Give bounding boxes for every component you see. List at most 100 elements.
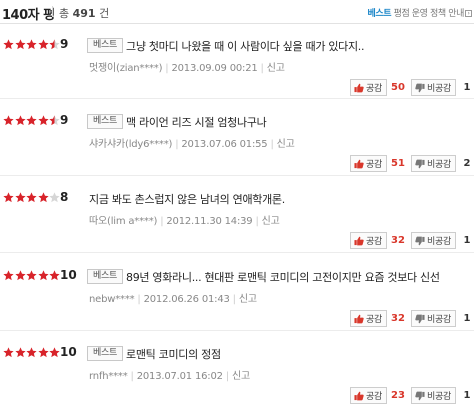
dislike-button[interactable]: 비공감	[411, 310, 456, 327]
review-date: 2012.11.30 14:39	[166, 216, 253, 227]
review-item: 9 베스트 맥 라이언 리즈 시절 엄청나구나 샤카샤카(ldy6****) | 2013…	[0, 108, 474, 178]
star-icon	[14, 192, 26, 203]
best-badge: 베스트	[87, 38, 123, 53]
review-text: 맥 라이언 리즈 시절 엄청나구나	[126, 116, 267, 129]
meta-divider: |	[175, 139, 179, 150]
review-meta: 따오(lim a****) | 2012.11.30 14:39 | 신고	[89, 212, 280, 227]
star-icon	[3, 270, 14, 281]
best-label: 베스트	[367, 9, 392, 19]
dislike-button[interactable]: 비공감	[411, 155, 456, 172]
total-suffix: 건	[99, 7, 110, 20]
like-button[interactable]: 공감	[350, 310, 387, 327]
report-link[interactable]: 신고	[232, 371, 250, 382]
review-score: 9	[60, 37, 69, 51]
review-item: 10 베스트 로맨틱 코미디의 정점 rnfh**** | 2013.07.01 16:0…	[0, 340, 474, 410]
review-user[interactable]: rnfh****	[89, 371, 128, 382]
vote-controls: 공감 32 비공감 1	[350, 310, 474, 327]
like-button[interactable]: 공감	[350, 155, 387, 172]
thumbs-down-icon	[415, 83, 425, 92]
report-link[interactable]: 신고	[267, 63, 285, 74]
review-text: 그냥 첫마디 나왔을 때 이 사람이다 싶을 때가 있다지..	[126, 40, 365, 53]
star-icon	[3, 347, 14, 358]
star-icon	[14, 270, 26, 281]
like-count: 32	[391, 235, 405, 246]
star-icon	[49, 115, 60, 126]
like-label: 공감	[366, 160, 382, 170]
star-rating	[3, 347, 61, 358]
report-link[interactable]: 신고	[277, 139, 295, 150]
report-link[interactable]: 신고	[262, 216, 280, 227]
star-icon	[26, 115, 37, 126]
review-item: 9 베스트 그냥 첫마디 나왔을 때 이 사람이다 싶을 때가 있다지.. 멋쟁이(z…	[0, 32, 474, 102]
review-score: 8	[60, 190, 69, 204]
dislike-count: 1	[463, 313, 471, 324]
star-icon	[14, 115, 26, 126]
star-icon	[37, 270, 49, 281]
star-rating	[3, 270, 61, 281]
like-label: 공감	[366, 237, 382, 247]
dislike-label: 비공감	[427, 392, 451, 402]
review-meta: nebw**** | 2012.06.26 01:43 | 신고	[89, 290, 257, 305]
star-icon	[14, 39, 26, 50]
dislike-button[interactable]: 비공감	[411, 79, 456, 96]
total-prefix: 총	[59, 7, 70, 20]
thumbs-up-icon	[354, 83, 364, 92]
dislike-count: 1	[463, 82, 471, 93]
review-score: 10	[60, 268, 77, 282]
review-user[interactable]: 따오(lim a****)	[89, 216, 157, 227]
star-icon	[49, 347, 60, 358]
best-badge: 베스트	[87, 114, 123, 129]
star-icon	[3, 115, 14, 126]
total-count-label: 총 491 건	[59, 5, 109, 21]
review-text: 89년 영화라니... 현대판 로맨틱 코미디의 고전이지만 요즘 것보다 신선	[126, 271, 440, 284]
star-rating	[3, 39, 61, 50]
meta-divider: |	[160, 216, 164, 227]
like-label: 공감	[366, 84, 382, 94]
star-rating	[3, 115, 61, 126]
report-link[interactable]: 신고	[239, 294, 257, 305]
review-header: 140자 평 총 491 건 베스트 평점 운영 정책 안내 ›	[0, 0, 474, 24]
star-rating	[3, 192, 61, 203]
dislike-label: 비공감	[427, 315, 451, 325]
dislike-button[interactable]: 비공감	[411, 232, 456, 249]
review-text: 로맨틱 코미디의 정점	[126, 348, 221, 361]
dislike-label: 비공감	[427, 84, 451, 94]
star-icon	[3, 192, 14, 203]
review-meta: 멋쟁이(zian****) | 2013.09.09 00:21 | 신고	[89, 59, 285, 74]
review-user[interactable]: 샤카샤카(ldy6****)	[89, 139, 172, 150]
section-title: 140자 평	[2, 8, 55, 23]
dislike-button[interactable]: 비공감	[411, 387, 456, 404]
policy-label: 평점 운영 정책 안내	[393, 9, 465, 19]
like-count: 32	[391, 313, 405, 324]
review-text: 지금 봐도 촌스럽지 않은 남녀의 연애학개론.	[89, 193, 285, 206]
star-icon	[26, 39, 37, 50]
review-date: 2013.07.06 01:55	[181, 139, 268, 150]
review-item: 10 베스트 89년 영화라니... 현대판 로맨틱 코미디의 고전이지만 요즘 것…	[0, 263, 474, 333]
policy-link[interactable]: 베스트 평점 운영 정책 안내 ›	[367, 6, 472, 19]
meta-divider: |	[260, 63, 264, 74]
review-meta: rnfh**** | 2013.07.01 16:02 | 신고	[89, 367, 250, 382]
dislike-count: 1	[463, 235, 471, 246]
like-count: 50	[391, 82, 405, 93]
review-user[interactable]: 멋쟁이(zian****)	[89, 63, 162, 74]
star-icon	[26, 270, 37, 281]
meta-divider: |	[270, 139, 274, 150]
vote-controls: 공감 32 비공감 1	[350, 232, 474, 249]
star-icon	[26, 347, 37, 358]
header-divider	[52, 6, 53, 17]
star-icon	[14, 347, 26, 358]
dislike-label: 비공감	[427, 160, 451, 170]
thumbs-down-icon	[415, 236, 425, 245]
thumbs-up-icon	[354, 236, 364, 245]
dislike-count: 1	[463, 390, 471, 401]
review-date: 2013.09.09 00:21	[171, 63, 258, 74]
best-badge: 베스트	[87, 269, 123, 284]
like-button[interactable]: 공감	[350, 79, 387, 96]
star-icon	[37, 192, 49, 203]
best-badge: 베스트	[87, 346, 123, 361]
review-user[interactable]: nebw****	[89, 294, 135, 305]
review-date: 2013.07.01 16:02	[136, 371, 223, 382]
like-button[interactable]: 공감	[350, 232, 387, 249]
like-button[interactable]: 공감	[350, 387, 387, 404]
review-score: 10	[60, 345, 77, 359]
